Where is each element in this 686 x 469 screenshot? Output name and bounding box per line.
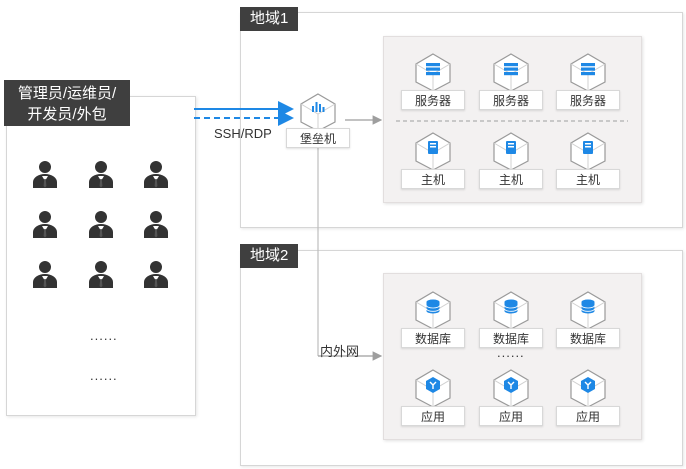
host-label: 主机 bbox=[479, 169, 543, 189]
app-icon bbox=[493, 369, 529, 408]
host-icon bbox=[493, 132, 529, 171]
app-label: 应用 bbox=[556, 406, 620, 426]
database-label: 数据库 bbox=[401, 328, 465, 348]
server-label: 服务器 bbox=[401, 90, 465, 110]
app-icon bbox=[570, 369, 606, 408]
bar-chart-icon bbox=[300, 93, 336, 132]
app-icon bbox=[415, 369, 451, 408]
database-icon bbox=[570, 291, 606, 330]
bastion-host-label: 堡垒机 bbox=[286, 128, 350, 148]
network-label: 内外网 bbox=[320, 344, 360, 359]
database-icon bbox=[493, 291, 529, 330]
server-label: 服务器 bbox=[479, 90, 543, 110]
database-label: 数据库 bbox=[556, 328, 620, 348]
host-icon bbox=[570, 132, 606, 171]
host-icon bbox=[415, 132, 451, 171]
database-icon bbox=[415, 291, 451, 330]
app-label: 应用 bbox=[401, 406, 465, 426]
server-icon bbox=[493, 53, 529, 92]
host-label: 主机 bbox=[401, 169, 465, 189]
server-icon bbox=[415, 53, 451, 92]
server-icon bbox=[570, 53, 606, 92]
database-ellipsis: ...... bbox=[497, 345, 525, 360]
host-label: 主机 bbox=[556, 169, 620, 189]
server-label: 服务器 bbox=[556, 90, 620, 110]
app-label: 应用 bbox=[479, 406, 543, 426]
protocol-label: SSH/RDP bbox=[214, 126, 272, 141]
